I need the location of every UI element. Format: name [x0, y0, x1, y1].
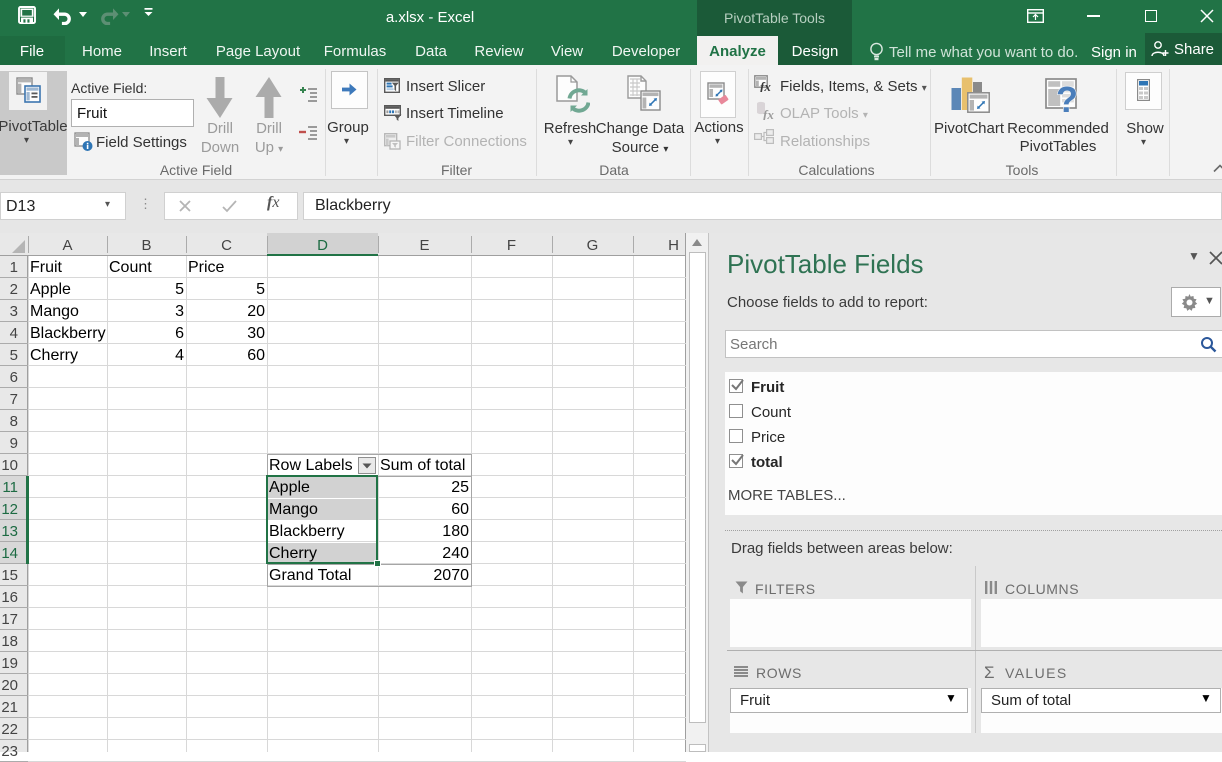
- svg-text:?: ?: [1056, 79, 1078, 115]
- svg-text:fx: fx: [760, 79, 771, 92]
- svg-text:fx: fx: [763, 107, 774, 120]
